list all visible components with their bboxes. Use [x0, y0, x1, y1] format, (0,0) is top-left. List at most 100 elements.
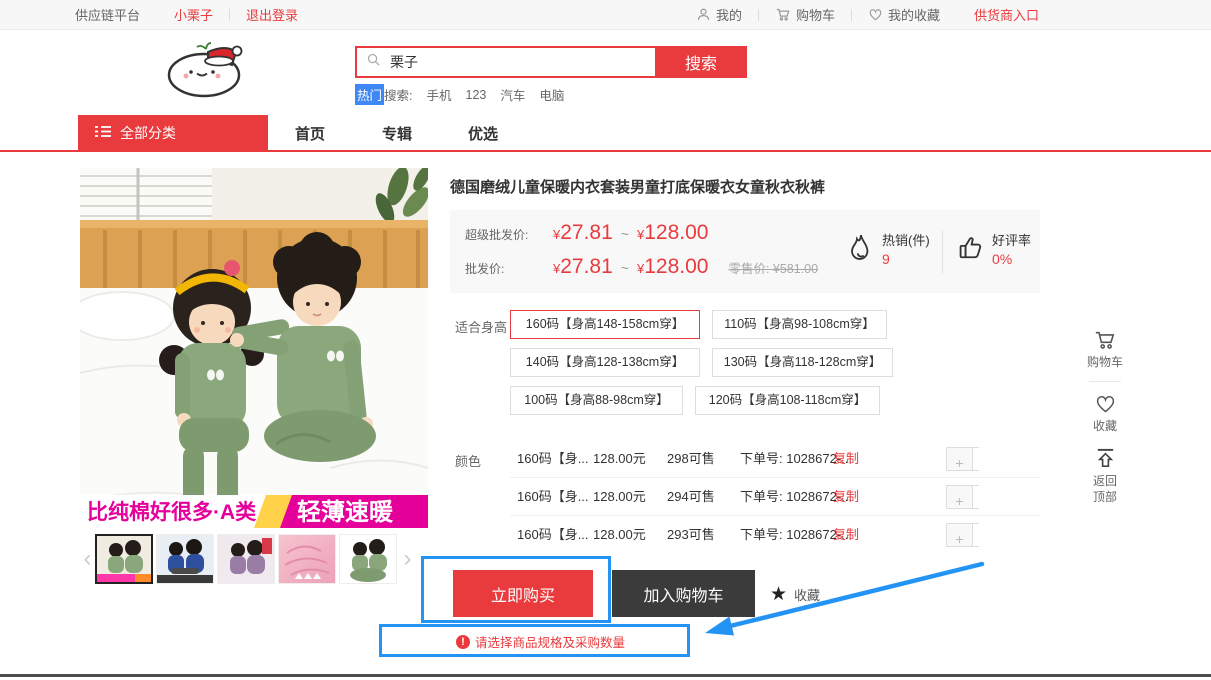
hot-keyword[interactable]: 123 — [466, 88, 487, 102]
sku-name: 160码【身... — [517, 444, 589, 474]
bottom-window-edge — [0, 674, 1211, 677]
super-wholesale-price-row: 超级批发价: ¥ 27.81 ~ ¥ 128.00 — [465, 221, 708, 245]
size-option-140[interactable]: 140码【身高128-138cm穿】 — [510, 348, 700, 377]
platform-label: 供应链平台 — [75, 5, 140, 24]
thumbnail-2[interactable] — [156, 534, 214, 584]
copy-order-link[interactable]: 复制 — [833, 482, 859, 512]
sku-price: 128.00元 — [593, 482, 646, 512]
promo-banner: 比纯棉好很多·A类 轻薄速暖 — [80, 495, 428, 528]
hot-keyword[interactable]: 汽车 — [500, 85, 525, 104]
search-icon — [366, 52, 381, 72]
sku-row: 160码【身... 128.00元 294可售 下单号: 1028672-...… — [510, 482, 1040, 512]
thumbnail-strip: ‹ › — [80, 533, 432, 585]
copy-order-link[interactable]: 复制 — [833, 444, 859, 474]
qty-plus-button[interactable]: + — [946, 523, 973, 547]
site-logo[interactable] — [150, 38, 268, 98]
super-price-low: 27.81 — [560, 221, 613, 245]
supplier-entry-link[interactable]: 供货商入口 — [974, 5, 1039, 24]
color-section-label: 颜色 — [455, 451, 481, 470]
hot-sales-value: 9 — [882, 250, 930, 269]
sidebar-cart-button[interactable]: 购物车 — [1082, 325, 1128, 379]
hot-tag-highlight: 热门 — [355, 84, 384, 105]
thumbs-up-icon — [958, 234, 984, 266]
cart-icon — [1082, 329, 1128, 351]
wholesale-price-row: 批发价: ¥ 27.81 ~ ¥ 128.00 零售价: ¥581.00 — [465, 255, 818, 279]
heart-icon — [1082, 394, 1128, 415]
sku-separator — [510, 477, 1040, 478]
thumbnail-5[interactable] — [339, 534, 397, 584]
sku-stock: 294可售 — [667, 482, 715, 512]
sku-stock: 298可售 — [667, 444, 715, 474]
nav-item-featured[interactable]: 优选 — [468, 123, 498, 144]
fire-icon — [848, 233, 874, 268]
thumbnail-1[interactable] — [95, 534, 153, 584]
rating-stat: 好评率 0% — [958, 232, 1031, 268]
username-link[interactable]: 小栗子 — [174, 5, 213, 24]
sku-name: 160码【身... — [517, 482, 589, 512]
wholesale-label: 批发价: — [465, 260, 553, 277]
favorite-button[interactable]: ★ 收藏 — [770, 585, 820, 604]
size-option-120[interactable]: 120码【身高108-118cm穿】 — [695, 386, 880, 415]
floating-sidebar: 购物车 收藏 返回 顶部 — [1082, 325, 1128, 514]
sku-price: 128.00元 — [593, 444, 646, 474]
super-price-high: 128.00 — [644, 221, 708, 245]
back-to-top-icon — [1082, 447, 1128, 470]
spec-warning-message: ! 请选择商品规格及采购数量 — [456, 632, 625, 651]
nav-item-albums[interactable]: 专辑 — [382, 123, 412, 144]
buy-now-button[interactable]: 立即购买 — [453, 570, 593, 617]
cart-link[interactable]: 购物车 — [775, 5, 835, 24]
cart-icon — [775, 7, 791, 22]
sku-row: 160码【身... 128.00元 298可售 下单号: 1028672-...… — [510, 444, 1040, 474]
size-option-110[interactable]: 110码【身高98-108cm穿】 — [712, 310, 887, 339]
sidebar-favorite-button[interactable]: 收藏 — [1082, 390, 1128, 443]
wholesale-price-high: 128.00 — [644, 255, 708, 279]
logout-link[interactable]: 退出登录 — [246, 5, 298, 24]
rating-value: 0% — [992, 250, 1031, 269]
my-account-link[interactable]: 我的 — [696, 5, 742, 24]
add-to-cart-button[interactable]: 加入购物车 — [612, 570, 755, 617]
search-field[interactable] — [355, 46, 655, 78]
price-box: 超级批发价: ¥ 27.81 ~ ¥ 128.00 批发价: ¥ 27.81 ~… — [450, 210, 1040, 293]
copy-order-link[interactable]: 复制 — [833, 520, 859, 550]
thumbnail-4[interactable] — [278, 534, 336, 584]
category-list-icon — [95, 125, 111, 141]
hot-sales-stat: 热销(件) 9 — [848, 232, 930, 268]
hot-search-line: 热门 搜索: 手机 123 汽车 电脑 — [355, 84, 564, 105]
retail-price: 零售价: ¥581.00 — [728, 258, 818, 277]
sku-name: 160码【身... — [517, 520, 589, 550]
size-option-130[interactable]: 130码【身高118-128cm穿】 — [712, 348, 893, 377]
all-categories-button[interactable]: 全部分类 — [78, 115, 268, 150]
star-icon: ★ — [770, 585, 787, 604]
hot-keyword[interactable]: 电脑 — [539, 85, 564, 104]
thumbnail-3[interactable] — [217, 534, 275, 584]
sidebar-divider — [1089, 381, 1121, 382]
divider — [851, 9, 852, 21]
super-wholesale-label: 超级批发价: — [465, 226, 553, 243]
thumbs-prev-arrow[interactable]: ‹ — [80, 534, 95, 584]
sku-row: 160码【身... 128.00元 293可售 下单号: 1028672-...… — [510, 520, 1040, 550]
topbar: 供应链平台 小栗子 退出登录 我的 购物车 — [0, 0, 1211, 30]
size-option-100[interactable]: 100码【身高88-98cm穿】 — [510, 386, 683, 415]
qty-plus-button[interactable]: + — [946, 447, 973, 471]
sku-separator — [510, 515, 1040, 516]
wholesale-price-low: 27.81 — [560, 255, 613, 279]
stats-divider — [942, 230, 943, 274]
size-section-label: 适合身高 — [455, 317, 507, 336]
search-input[interactable] — [388, 53, 646, 71]
search-button[interactable]: 搜索 — [655, 46, 747, 78]
hot-keyword[interactable]: 手机 — [427, 85, 452, 104]
svg-text:轻薄速暖: 轻薄速暖 — [297, 498, 394, 526]
product-main-image: 比纯棉好很多·A类 轻薄速暖 — [80, 168, 428, 528]
qty-plus-button[interactable]: + — [946, 485, 973, 509]
hot-search-label: 搜索: — [384, 85, 412, 104]
thumbs-next-arrow[interactable]: › — [400, 534, 415, 584]
page: 供应链平台 小栗子 退出登录 我的 购物车 — [0, 0, 1211, 680]
size-option-160[interactable]: 160码【身高148-158cm穿】 — [510, 310, 700, 339]
favorites-link[interactable]: 我的收藏 — [868, 5, 940, 24]
topbar-left: 供应链平台 小栗子 退出登录 — [75, 5, 298, 24]
divider — [229, 9, 230, 21]
divider — [758, 9, 759, 21]
warning-exclamation-icon: ! — [456, 635, 470, 649]
nav-item-home[interactable]: 首页 — [295, 123, 325, 144]
back-to-top-button[interactable]: 返回 顶部 — [1082, 443, 1128, 515]
